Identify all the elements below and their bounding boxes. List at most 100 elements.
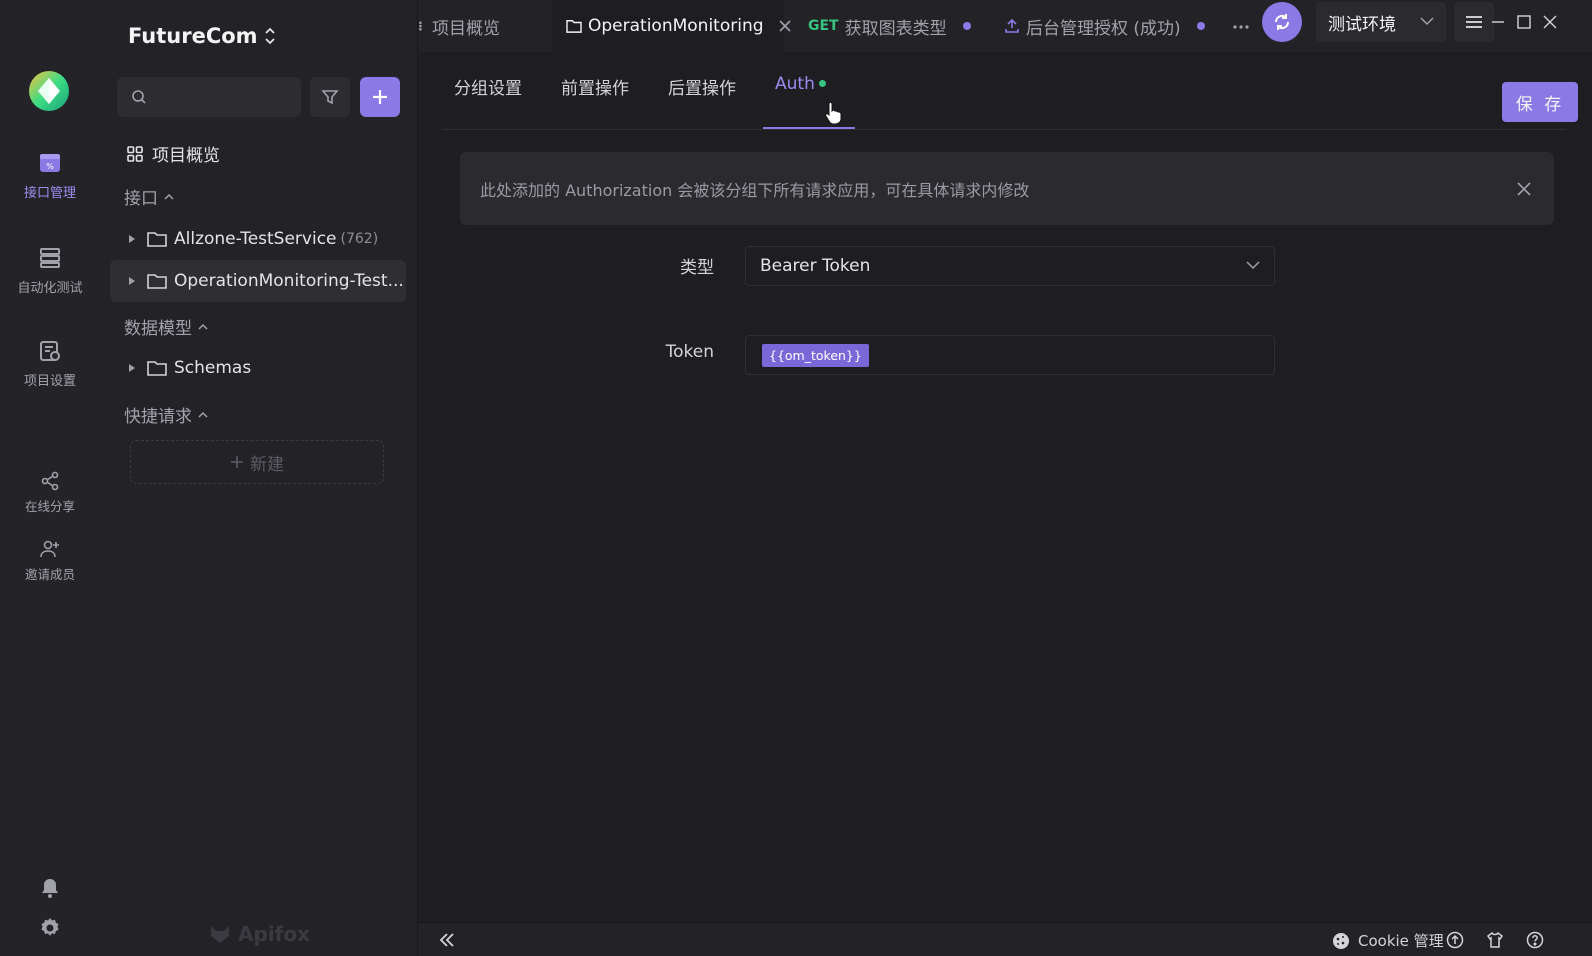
api-management-icon: %: [37, 150, 63, 176]
chevron-up-icon: [198, 410, 208, 420]
search-input[interactable]: [155, 89, 295, 105]
window-close-icon[interactable]: [1542, 14, 1558, 30]
fox-logo-icon: [208, 922, 232, 946]
tree-item-label: Schemas: [174, 358, 252, 378]
filter-button[interactable]: [310, 77, 350, 117]
rail-item-project-settings[interactable]: 项目设置: [0, 338, 100, 408]
share-icon: [39, 470, 61, 492]
folder-icon: [146, 271, 168, 291]
rail-label: 邀请成员: [24, 567, 75, 582]
left-rail: % 接口管理 自动化测试 项目设置 在线分享 邀请成员: [0, 0, 100, 956]
rail-item-share[interactable]: 在线分享: [0, 470, 100, 540]
app-logo-icon: [28, 70, 70, 112]
filter-icon: [321, 88, 339, 106]
minimize-icon[interactable]: [1490, 14, 1506, 30]
status-bar: Cookie 管理: [418, 922, 1592, 956]
section-quick-requests[interactable]: 快捷请求: [124, 402, 208, 427]
more-tabs-icon[interactable]: [1231, 18, 1251, 34]
tab-project-overview[interactable]: 项目概览: [418, 0, 546, 52]
rail-item-automation-test[interactable]: 自动化测试: [0, 245, 100, 315]
chevron-down-icon: [1420, 16, 1434, 26]
tree-folder-allzone[interactable]: Allzone-TestService (762): [110, 218, 406, 260]
unsaved-dot: [962, 22, 971, 30]
folder-icon: [566, 19, 582, 33]
tree-folder-operation-monitoring[interactable]: OperationMonitoring-Test...: [110, 260, 406, 302]
shirt-icon[interactable]: [1486, 931, 1504, 949]
variable-chip[interactable]: {{om_token}}: [762, 343, 869, 367]
sidebar: FutureCom 项目概览 接口 Allzone-TestService (7…: [100, 0, 418, 956]
subtab-label: 前置操作: [561, 79, 629, 99]
chevron-up-down-icon: [264, 27, 276, 45]
new-button-label: 新建: [250, 454, 284, 475]
help-icon[interactable]: [1526, 931, 1544, 949]
caret-right-icon[interactable]: [126, 362, 138, 374]
type-label: 类型: [680, 258, 714, 278]
section-api[interactable]: 接口: [124, 184, 174, 209]
project-switcher[interactable]: FutureCom: [128, 24, 276, 48]
info-notice: 此处添加的 Authorization 会被该分组下所有请求应用，可在具体请求内…: [460, 152, 1554, 225]
tree-item-label: Allzone-TestService: [174, 229, 337, 249]
subtab-pre-operations[interactable]: 前置操作: [561, 74, 629, 128]
method-badge: GET: [808, 18, 839, 34]
tree-folder-schemas[interactable]: Schemas: [110, 347, 406, 389]
plus-icon: [371, 88, 389, 106]
tab-label: 项目概览: [432, 18, 500, 39]
automation-test-icon: [37, 245, 63, 271]
tab-get-chart-types[interactable]: GET 获取图表类型: [808, 0, 980, 52]
subtab-label: 后置操作: [668, 79, 736, 99]
rail-label: 自动化测试: [17, 281, 83, 296]
save-button[interactable]: 保 存: [1502, 82, 1578, 122]
hand-cursor-icon: [824, 100, 842, 124]
subtab-post-operations[interactable]: 后置操作: [668, 74, 736, 128]
tab-bar: 项目概览 OperationMonitoring GET 获取图表类型 后台管理…: [418, 0, 1592, 52]
subtab-group-settings[interactable]: 分组设置: [454, 74, 522, 128]
environment-select[interactable]: 测试环境: [1316, 2, 1446, 42]
rail-label: 在线分享: [24, 499, 75, 514]
hamburger-icon: [1465, 15, 1483, 29]
watermark: Apifox: [208, 922, 310, 946]
sync-icon: [1272, 12, 1292, 32]
caret-right-icon[interactable]: [126, 233, 138, 245]
menu-button[interactable]: [1454, 2, 1494, 42]
tree-item-label: OperationMonitoring-Test...: [174, 271, 404, 291]
project-settings-icon: [37, 338, 63, 364]
rail-item-api-management[interactable]: % 接口管理: [0, 150, 100, 220]
upload-circle-icon[interactable]: [1446, 931, 1464, 949]
rail-item-invite-member[interactable]: 邀请成员: [0, 538, 100, 608]
section-label: 数据模型: [124, 319, 192, 339]
search-icon: [131, 89, 147, 105]
sidebar-item-label: 项目概览: [152, 146, 220, 166]
caret-right-icon[interactable]: [126, 275, 138, 287]
tab-admin-auth[interactable]: 后台管理授权 (成功): [1004, 0, 1214, 52]
folder-icon: [146, 229, 168, 249]
close-icon[interactable]: [778, 19, 792, 33]
collapse-sidebar-icon[interactable]: [438, 932, 456, 948]
auth-type-select[interactable]: Bearer Token: [745, 246, 1275, 286]
notice-text: 此处添加的 Authorization 会被该分组下所有请求应用，可在具体请求内…: [480, 180, 1030, 200]
status-dot: [818, 80, 826, 87]
sidebar-item-overview[interactable]: 项目概览: [126, 141, 220, 166]
chevron-up-icon: [198, 322, 208, 332]
sync-button[interactable]: [1262, 2, 1302, 42]
maximize-icon[interactable]: [1516, 14, 1532, 30]
close-icon[interactable]: [1516, 181, 1532, 197]
search-box[interactable]: [117, 77, 301, 117]
subtab-auth[interactable]: Auth: [775, 74, 826, 128]
cookie-icon: [1332, 932, 1350, 950]
active-subtab-indicator: [763, 127, 855, 129]
new-quick-request-button[interactable]: 新建: [130, 440, 384, 484]
section-data-models[interactable]: 数据模型: [124, 314, 208, 339]
project-name: FutureCom: [128, 24, 258, 48]
bell-icon[interactable]: [38, 876, 62, 900]
cookie-label: Cookie 管理: [1358, 932, 1444, 950]
token-input[interactable]: {{om_token}}: [745, 335, 1275, 375]
add-button[interactable]: [360, 77, 400, 117]
cookie-manager-button[interactable]: Cookie 管理: [1332, 930, 1444, 951]
tab-operation-monitoring[interactable]: OperationMonitoring: [552, 0, 791, 52]
folder-icon: [146, 358, 168, 378]
gear-icon[interactable]: [38, 916, 62, 940]
chevron-down-icon: [1246, 260, 1260, 270]
rail-label: 项目设置: [23, 374, 76, 389]
tab-label: 获取图表类型: [844, 18, 947, 39]
grid-icon: [418, 18, 426, 34]
